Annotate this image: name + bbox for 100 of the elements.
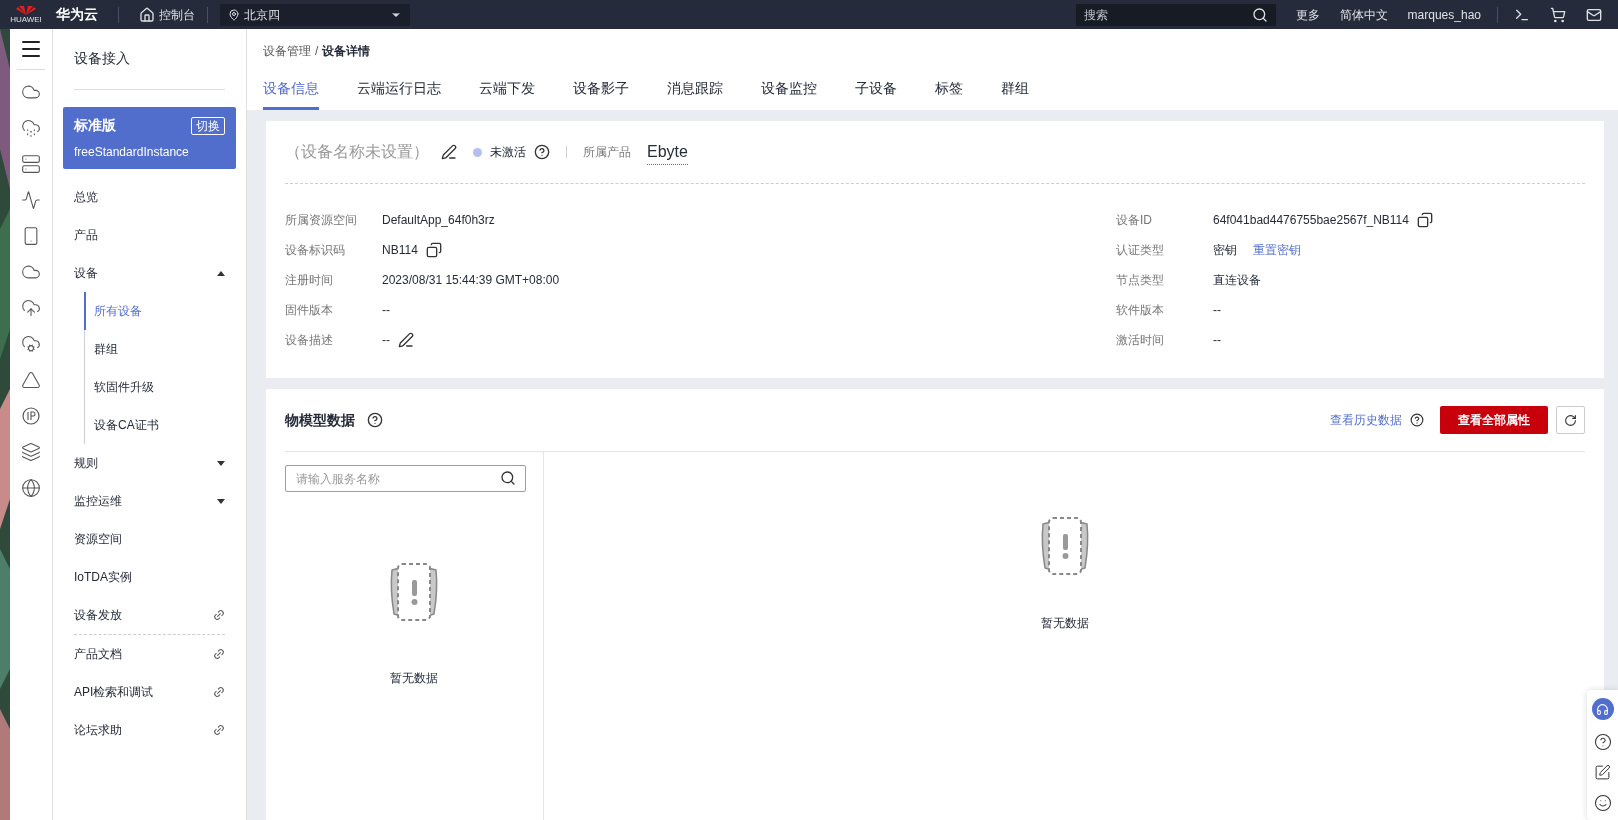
edit-icon[interactable]: [398, 332, 414, 348]
cloud-gear-icon[interactable]: [21, 334, 41, 354]
sidebar-item[interactable]: 产品: [63, 216, 236, 254]
product-label: 所属产品: [583, 144, 631, 161]
sidebar-item[interactable]: 设备发放: [63, 596, 236, 634]
copy-icon[interactable]: [1416, 212, 1433, 228]
tab[interactable]: 标签: [935, 78, 963, 110]
layers-icon[interactable]: [21, 442, 41, 462]
sidebar-subitem[interactable]: 设备CA证书: [84, 406, 236, 444]
logo-icon: [15, 5, 37, 15]
search-icon[interactable]: [500, 470, 516, 486]
tab[interactable]: 云端下发: [479, 78, 535, 110]
field-label: 软件版本: [1116, 302, 1165, 319]
view-all-button[interactable]: 查看全部属性: [1440, 406, 1548, 434]
copy-icon[interactable]: [425, 242, 442, 258]
device-name: （设备名称未设置）: [285, 142, 429, 162]
field-value: NB114: [382, 242, 418, 259]
sidebar-item[interactable]: 设备: [63, 254, 236, 292]
field-label: 固件版本: [285, 302, 334, 319]
tab[interactable]: 群组: [1001, 78, 1029, 110]
tab[interactable]: 云端运行日志: [357, 78, 441, 110]
ip-icon[interactable]: [21, 406, 41, 426]
history-data-link[interactable]: 查看历史数据: [1330, 411, 1402, 429]
empty-text: 暂无数据: [390, 670, 438, 687]
help-icon[interactable]: [1410, 413, 1424, 427]
wave-icon[interactable]: [21, 190, 41, 210]
field-label: 设备ID: [1116, 212, 1153, 229]
sidebar-item[interactable]: 资源空间: [63, 520, 236, 558]
sidebar-item[interactable]: 规则: [63, 444, 236, 482]
search-field[interactable]: 搜索: [1075, 3, 1276, 26]
status-text: 未激活: [490, 144, 526, 161]
field-value: --: [1213, 332, 1221, 349]
field-value: --: [1213, 302, 1221, 319]
brand-name[interactable]: 华为云: [56, 4, 98, 25]
field-value: 直连设备: [1213, 272, 1261, 289]
instance-name: freeStandardInstance: [74, 144, 190, 161]
field-value: 密钥: [1213, 242, 1237, 259]
field-label: 设备描述: [285, 332, 334, 349]
breadcrumb-link[interactable]: 设备管理: [263, 42, 311, 60]
field-value: DefaultApp_64f0h3rz: [382, 212, 495, 229]
cloud-upload-icon[interactable]: [21, 298, 41, 318]
console-link[interactable]: 控制台: [139, 5, 195, 24]
tab[interactable]: 子设备: [855, 78, 897, 110]
doc-link[interactable]: API检索和调试: [63, 673, 236, 711]
field-label: 认证类型: [1116, 242, 1165, 259]
help-icon[interactable]: [1593, 733, 1612, 751]
search-icon[interactable]: [1251, 6, 1268, 23]
field-value: --: [382, 332, 390, 349]
sidebar-item[interactable]: 监控运维: [63, 482, 236, 520]
mail-icon[interactable]: [1586, 6, 1602, 23]
service-search-field[interactable]: 请输入服务名称: [285, 465, 526, 492]
field-value: 2023/08/31 15:44:39 GMT+08:00: [382, 272, 560, 289]
refresh-button[interactable]: [1556, 406, 1585, 434]
doc-link[interactable]: 论坛求助: [63, 711, 236, 749]
region-dropdown[interactable]: 北京四: [220, 3, 410, 26]
field-label: 节点类型: [1116, 272, 1165, 289]
smiley-icon[interactable]: [1593, 794, 1612, 812]
instance-edition: 标准版: [74, 116, 116, 135]
headset-icon: [1596, 702, 1609, 716]
support-button[interactable]: [1591, 698, 1614, 720]
location-icon: [228, 8, 240, 21]
doc-link[interactable]: 产品文档: [63, 635, 236, 673]
top-bar-link[interactable]: 简体中文: [1339, 5, 1388, 24]
help-icon[interactable]: [534, 144, 550, 160]
tab[interactable]: 设备监控: [761, 78, 817, 110]
empty-text: 暂无数据: [1040, 615, 1089, 632]
field-label: 激活时间: [1116, 332, 1165, 349]
logo-text: HUAWEI: [10, 15, 42, 24]
breadcrumb-current: 设备详情: [322, 43, 371, 60]
reset-key-link[interactable]: 重置密钥: [1253, 241, 1301, 259]
sidebar-title: 设备接入: [74, 49, 131, 68]
tab[interactable]: 设备信息: [263, 78, 319, 110]
sidebar-item[interactable]: 总览: [63, 178, 236, 216]
server-icon[interactable]: [21, 154, 41, 174]
sidebar-item[interactable]: IoTDA实例: [63, 558, 236, 596]
home-icon: [139, 6, 155, 23]
product-link[interactable]: Ebyte: [647, 139, 688, 165]
field-value: 64f041bad4476755bae2567f_NB114: [1213, 212, 1409, 229]
sidebar-subitem[interactable]: 所有设备: [84, 292, 236, 330]
field-label: 所属资源空间: [285, 212, 358, 229]
globe-icon[interactable]: [21, 478, 41, 498]
field-value: --: [382, 302, 390, 319]
top-bar-link[interactable]: marques_hao: [1407, 5, 1481, 24]
triangle-icon[interactable]: [21, 370, 41, 390]
edit-icon[interactable]: [441, 144, 457, 160]
cart-icon[interactable]: [1550, 6, 1566, 23]
breadcrumb-separator: /: [315, 43, 319, 60]
help-icon[interactable]: [367, 412, 383, 428]
field-label: 注册时间: [285, 272, 334, 289]
section-title: 物模型数据: [285, 410, 355, 430]
sidebar-subitem[interactable]: 软固件升级: [84, 368, 236, 406]
sidebar-subitem[interactable]: 群组: [84, 330, 236, 368]
top-bar-link[interactable]: 更多: [1295, 5, 1320, 24]
instance-card[interactable]: 标准版 切换 freeStandardInstance: [63, 107, 236, 169]
tab[interactable]: 设备影子: [573, 78, 629, 110]
field-label: 设备标识码: [285, 242, 346, 259]
switch-button[interactable]: 切换: [191, 116, 225, 135]
tab[interactable]: 消息跟踪: [667, 78, 723, 110]
cloud-icon[interactable]: [21, 118, 41, 138]
feedback-icon[interactable]: [1594, 764, 1611, 781]
